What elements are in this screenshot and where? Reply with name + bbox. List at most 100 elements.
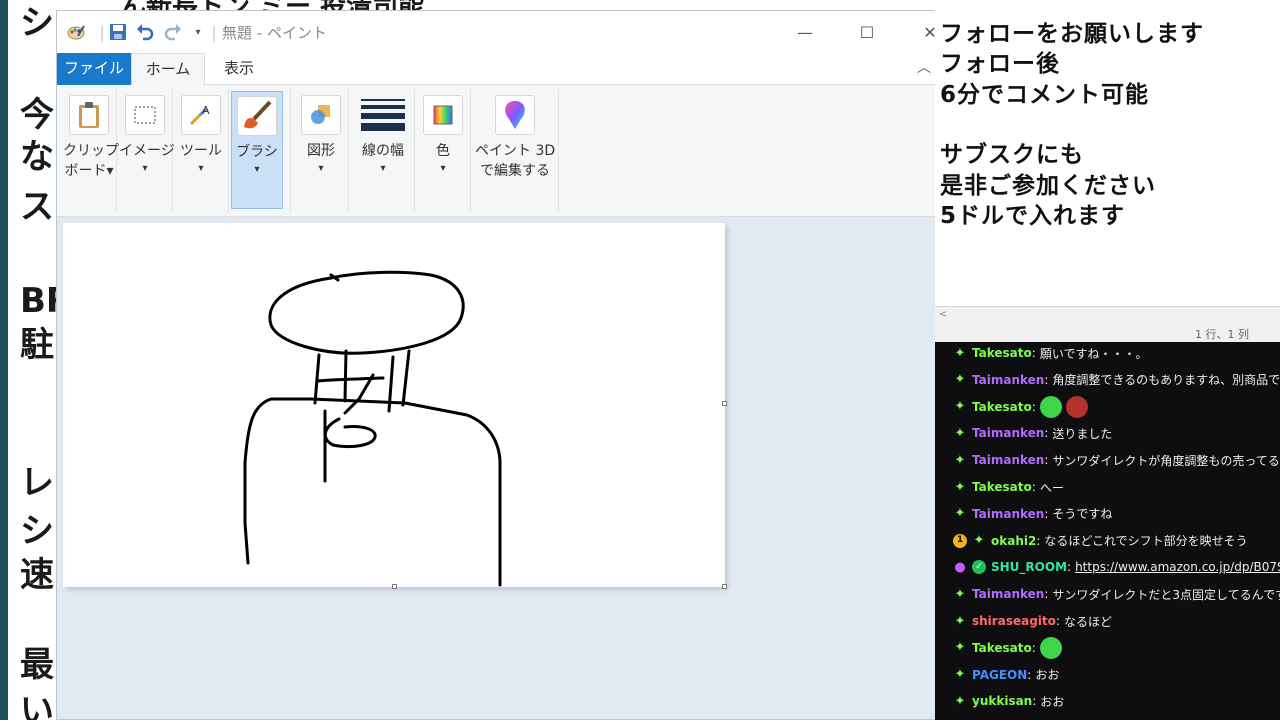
- star-badge-icon[interactable]: ✦: [953, 587, 967, 601]
- star-badge-icon[interactable]: ✦: [953, 373, 967, 387]
- chat-colon: :: [1044, 587, 1049, 602]
- minimize-button[interactable]: —: [785, 19, 825, 45]
- close-button[interactable]: ✕: [910, 19, 935, 45]
- verified-badge-icon[interactable]: ✓: [972, 560, 986, 575]
- clipboard-button[interactable]: クリップ ボード▾: [63, 91, 119, 209]
- chat-message: ✦ Taimanken:サンワダイレクトだと3点固定してるんですよね: [935, 581, 1280, 607]
- colors-button[interactable]: 色 ▾: [417, 91, 469, 209]
- chat-username[interactable]: Taimanken: [972, 453, 1044, 467]
- ribbon-label: 図形: [307, 143, 335, 159]
- window-title: 無題 - ペイント: [222, 24, 327, 42]
- ribbon-group-tools: A ツール ▾: [173, 89, 229, 213]
- tab-file[interactable]: ファイル: [57, 53, 131, 85]
- tools-button[interactable]: A ツール ▾: [175, 91, 227, 209]
- emote-icon[interactable]: [1039, 636, 1062, 659]
- resize-handle[interactable]: [392, 584, 397, 589]
- chat-username[interactable]: Taimanken: [972, 426, 1044, 440]
- announcement-line: サブスクにも: [940, 142, 1084, 168]
- emote-icon[interactable]: [1065, 395, 1088, 418]
- star-badge-icon[interactable]: ✦: [953, 641, 967, 655]
- chat-username[interactable]: okahi2: [991, 534, 1036, 548]
- star-badge-icon[interactable]: ✦: [953, 668, 967, 682]
- resize-handle[interactable]: [722, 401, 727, 406]
- chat-username[interactable]: Taimanken: [972, 373, 1044, 387]
- star-badge-icon[interactable]: ✦: [972, 534, 986, 548]
- ribbon-label: クリップ: [63, 143, 119, 159]
- star-badge-icon[interactable]: ✦: [953, 400, 967, 414]
- undo-icon[interactable]: [134, 21, 156, 43]
- doc-line: ス: [20, 187, 54, 227]
- chat-text: おお: [1035, 668, 1060, 683]
- doc-line: シ: [20, 511, 54, 551]
- image-button[interactable]: イメージ ▾: [119, 91, 175, 209]
- resize-handle[interactable]: [722, 584, 727, 589]
- ribbon-group-paint3d: ペイント 3D で編集する: [471, 89, 559, 213]
- ribbon-label: 線の幅: [362, 143, 404, 159]
- chat-colon: :: [1044, 453, 1049, 468]
- redo-icon[interactable]: [162, 21, 184, 43]
- ribbon-group-size: 線の幅 ▾: [349, 89, 415, 213]
- star-badge-icon[interactable]: ✦: [953, 453, 967, 467]
- announcement-line: 6分でコメント可能: [940, 82, 1150, 108]
- chat-message: ✦ shiraseagito: なるほど: [935, 608, 1280, 634]
- save-icon[interactable]: [107, 21, 129, 43]
- chat-colon: :: [1036, 533, 1041, 548]
- chat-badges: ● ✓: [953, 560, 991, 575]
- chat-username[interactable]: Takesato: [972, 480, 1032, 494]
- tab-view[interactable]: 表示: [207, 53, 271, 85]
- chat-badges: ✦: [953, 614, 972, 628]
- chat-badges: ✦: [953, 453, 972, 467]
- edit-in-paint3d-button[interactable]: ペイント 3D で編集する: [475, 91, 555, 209]
- star-badge-icon[interactable]: ✦: [953, 426, 967, 440]
- brushes-button[interactable]: ブラシ ▾: [231, 91, 283, 209]
- tools-icon: A: [181, 95, 221, 135]
- chat-colon: :: [1031, 480, 1036, 494]
- emote-icon[interactable]: [1039, 395, 1062, 418]
- chat-username[interactable]: Takesato: [972, 641, 1032, 655]
- star-badge-icon[interactable]: ✦: [953, 694, 967, 708]
- chat-username[interactable]: Takesato: [972, 346, 1032, 360]
- maximize-button[interactable]: ☐: [847, 19, 887, 45]
- chat-colon: :: [1044, 426, 1049, 441]
- drawing-canvas[interactable]: [63, 223, 727, 589]
- select-icon: [125, 95, 165, 135]
- chat-username[interactable]: shiraseagito: [972, 614, 1056, 628]
- chat-message: ✦ Takesato:: [935, 635, 1280, 661]
- star-badge-icon[interactable]: ✦: [953, 480, 967, 494]
- line-width-button[interactable]: 線の幅 ▾: [355, 91, 411, 209]
- chat-username[interactable]: SHU_ROOM: [991, 560, 1067, 574]
- ribbon-label: ペイント 3D: [475, 143, 556, 159]
- colors-icon: [423, 95, 463, 135]
- mic-badge-icon[interactable]: ●: [953, 560, 967, 574]
- chat-username[interactable]: Taimanken: [972, 587, 1044, 601]
- chat-link[interactable]: https://www.amazon.co.jp/dp/B07SC6M6: [1075, 560, 1280, 574]
- chat-username[interactable]: Takesato: [972, 400, 1032, 414]
- chat-badges: 1 ✦: [953, 533, 991, 548]
- tab-home[interactable]: ホーム: [131, 53, 205, 86]
- shapes-button[interactable]: 図形 ▾: [295, 91, 347, 209]
- doc-line: 最: [20, 645, 54, 685]
- doc-line: 今: [20, 95, 54, 135]
- subscriber-badge-icon[interactable]: 1: [953, 533, 967, 548]
- ribbon-label-2: ボード: [64, 163, 107, 179]
- star-badge-icon[interactable]: ✦: [953, 614, 967, 628]
- chat-username[interactable]: PAGEON: [972, 668, 1027, 682]
- paint-window: | ▾ | 無題 - ペイント — ☐ ✕ ファイル ホーム 表示 ︿ クリップ…: [56, 10, 936, 720]
- star-badge-icon[interactable]: ✦: [953, 346, 967, 360]
- chat-message: ✦ Taimanken: 送りました: [935, 420, 1280, 446]
- collapse-ribbon-icon[interactable]: ︿: [917, 57, 931, 77]
- doc-line: シ: [20, 3, 54, 43]
- chat-colon: :: [1031, 640, 1036, 655]
- canvas-area[interactable]: [57, 217, 935, 719]
- chat-username[interactable]: Taimanken: [972, 507, 1044, 521]
- dropdown-arrow-icon: ▾: [142, 163, 148, 174]
- ribbon-label: イメージ: [119, 143, 175, 159]
- status-bar: < 1 行、1 列: [935, 306, 1280, 342]
- chat-text: そうですね: [1052, 507, 1113, 522]
- chat-colon: :: [1031, 346, 1036, 360]
- announcement-line: フォローをお願いします: [940, 21, 1204, 47]
- ribbon-label: ブラシ: [236, 144, 278, 160]
- star-badge-icon[interactable]: ✦: [953, 507, 967, 521]
- chat-username[interactable]: yukkisan: [972, 694, 1032, 708]
- scroll-left-icon[interactable]: <: [939, 309, 947, 320]
